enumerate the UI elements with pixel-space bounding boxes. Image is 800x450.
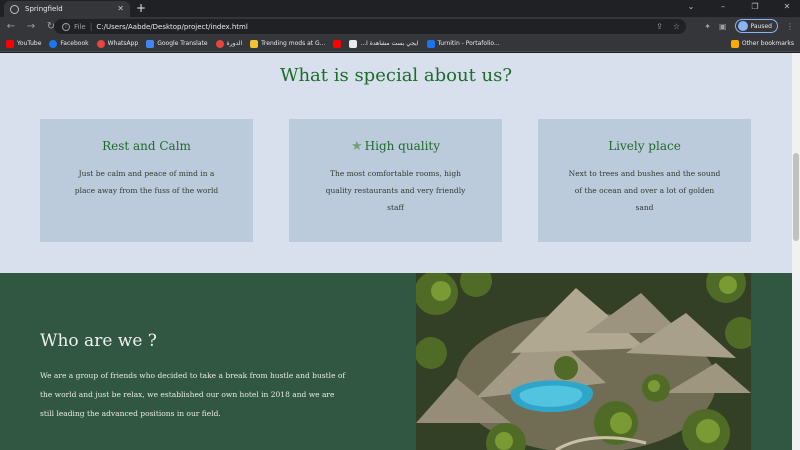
scrollbar-thumb[interactable] [793,153,799,241]
profile-button[interactable]: Paused [734,19,778,33]
bookmark-star-icon[interactable]: ☆ [673,22,680,31]
bookmark-trending-mods[interactable]: Trending mods at G... [250,39,325,48]
who-text: We are a group of friends who decided to… [40,371,346,418]
share-icon[interactable]: ⇪ [656,22,663,31]
bookmarks-bar: YouTube Facebook WhatsApp Google Transla… [0,36,800,52]
close-tab-icon[interactable]: ✕ [117,5,124,13]
card-text: Next to trees and bushes and the sound o… [568,169,721,212]
extensions-icon[interactable]: ✦ [704,22,711,31]
egybest-icon [349,39,358,48]
forward-icon[interactable]: → [26,21,36,32]
bookmark-youtube[interactable]: YouTube [6,39,41,48]
resort-aerial-image [416,273,751,450]
browser-toolbar: ← → ↻ i File | C:/Users/Aabde/Desktop/pr… [0,17,800,36]
mods-icon [250,39,259,48]
bookmark-facebook[interactable]: Facebook [49,39,89,48]
info-icon[interactable]: i [62,22,70,31]
new-tab-button[interactable]: + [136,2,146,14]
bookmark-course[interactable]: الدورة [215,39,242,48]
special-section: What is special about us? Rest and Calm … [0,53,792,273]
who-section: Who are we ? We are a group of friends w… [0,273,792,450]
card-text: The most comfortable rooms, high quality… [325,169,466,212]
special-heading: What is special about us? [279,65,513,86]
tab-title: Springfield [25,5,63,13]
back-icon[interactable]: ← [6,21,16,32]
youtube-icon [6,39,14,48]
page-viewport: What is special about us? Rest and Calm … [0,53,792,450]
maximize-button[interactable]: ❐ [748,2,762,11]
url-scheme: File [74,22,86,31]
youtube-icon [333,39,342,48]
window-controls: ⌄ – ❐ ✕ [684,2,794,11]
tab-search-icon[interactable]: ⌄ [684,2,698,11]
card-title: ★ High quality [350,138,441,154]
turnitin-icon [426,39,435,48]
who-heading: Who are we ? [40,331,157,351]
card-text: Just be calm and peace of mind in a plac… [74,169,219,195]
bookmark-turnitin[interactable]: Turnitin - Portafolio... [426,39,500,48]
feature-card: ★ High quality The most comfortable rooms… [289,119,502,242]
profile-status: Paused [750,22,772,30]
address-bar[interactable]: i File | C:/Users/Aabde/Desktop/project/… [54,19,686,34]
omnibox-actions: ⇪ ☆ [656,22,680,31]
folder-icon [730,39,739,48]
translate-icon [146,39,155,48]
feature-card: Rest and Calm Just be calm and peace of … [40,119,253,242]
feature-card: Lively place Next to trees and bushes an… [538,119,751,242]
bookmark-whatsapp[interactable]: WhatsApp [96,39,138,48]
url-separator: | [89,22,93,31]
star-icon: ★ [350,138,363,154]
bookmark-youtube-2[interactable] [333,39,342,48]
avatar [737,21,748,31]
bookmark-google-translate[interactable]: Google Translate [146,39,208,48]
resort-photo [416,273,751,450]
card-title: Rest and Calm [102,139,191,153]
facebook-icon [49,39,58,48]
whatsapp-icon [96,39,105,48]
side-panel-icon[interactable]: ▣ [719,22,727,31]
close-window-button[interactable]: ✕ [780,2,794,11]
course-icon [215,39,224,48]
menu-icon[interactable]: ⋮ [786,22,794,31]
card-title: Lively place [608,139,681,153]
toolbar-actions: ✦ ▣ Paused ⋮ [704,19,794,33]
page-scrollbar[interactable] [792,53,800,450]
globe-icon [10,4,19,14]
bookmark-egybest[interactable]: ...ايجي بست مشاهدة ا [349,39,419,48]
tab-strip: Springfield ✕ + ⌄ – ❐ ✕ [0,0,800,17]
other-bookmarks[interactable]: Other bookmarks [730,39,794,48]
url-text[interactable]: C:/Users/Aabde/Desktop/project/index.htm… [96,23,247,31]
minimize-button[interactable]: – [716,2,730,11]
browser-tab[interactable]: Springfield ✕ [4,1,130,17]
nav-buttons: ← → ↻ [0,21,56,32]
